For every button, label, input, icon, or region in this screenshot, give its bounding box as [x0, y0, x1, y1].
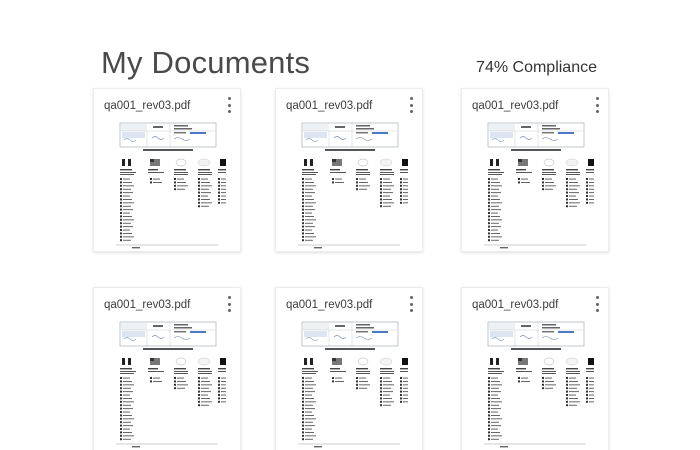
document-thumbnail[interactable]	[108, 119, 226, 251]
document-card[interactable]: qa001_rev03.pdf	[93, 88, 241, 252]
document-name: qa001_rev03.pdf	[286, 299, 373, 311]
more-vertical-icon[interactable]	[224, 296, 234, 312]
document-thumbnail[interactable]	[108, 318, 226, 450]
compliance-status: 74% Compliance	[476, 59, 597, 76]
document-card[interactable]: qa001_rev03.pdf	[275, 88, 423, 252]
more-vertical-icon[interactable]	[406, 97, 416, 113]
more-vertical-icon[interactable]	[406, 296, 416, 312]
more-vertical-icon[interactable]	[224, 97, 234, 113]
document-name: qa001_rev03.pdf	[472, 299, 559, 311]
page-title: My Documents	[101, 45, 311, 80]
document-name: qa001_rev03.pdf	[286, 100, 373, 112]
document-card[interactable]: qa001_rev03.pdf	[275, 287, 423, 450]
document-name: qa001_rev03.pdf	[472, 100, 559, 112]
document-card[interactable]: qa001_rev03.pdf	[461, 287, 609, 450]
documents-page: My Documents 74% Compliance qa001_rev03.…	[0, 0, 700, 450]
document-thumbnail[interactable]	[290, 318, 408, 450]
document-thumbnail[interactable]	[476, 119, 594, 251]
document-thumbnail[interactable]	[476, 318, 594, 450]
document-name: qa001_rev03.pdf	[104, 100, 191, 112]
document-card[interactable]: qa001_rev03.pdf	[93, 287, 241, 450]
document-thumbnail[interactable]	[290, 119, 408, 251]
document-name: qa001_rev03.pdf	[104, 299, 191, 311]
more-vertical-icon[interactable]	[592, 97, 602, 113]
more-vertical-icon[interactable]	[592, 296, 602, 312]
document-card[interactable]: qa001_rev03.pdf	[461, 88, 609, 252]
